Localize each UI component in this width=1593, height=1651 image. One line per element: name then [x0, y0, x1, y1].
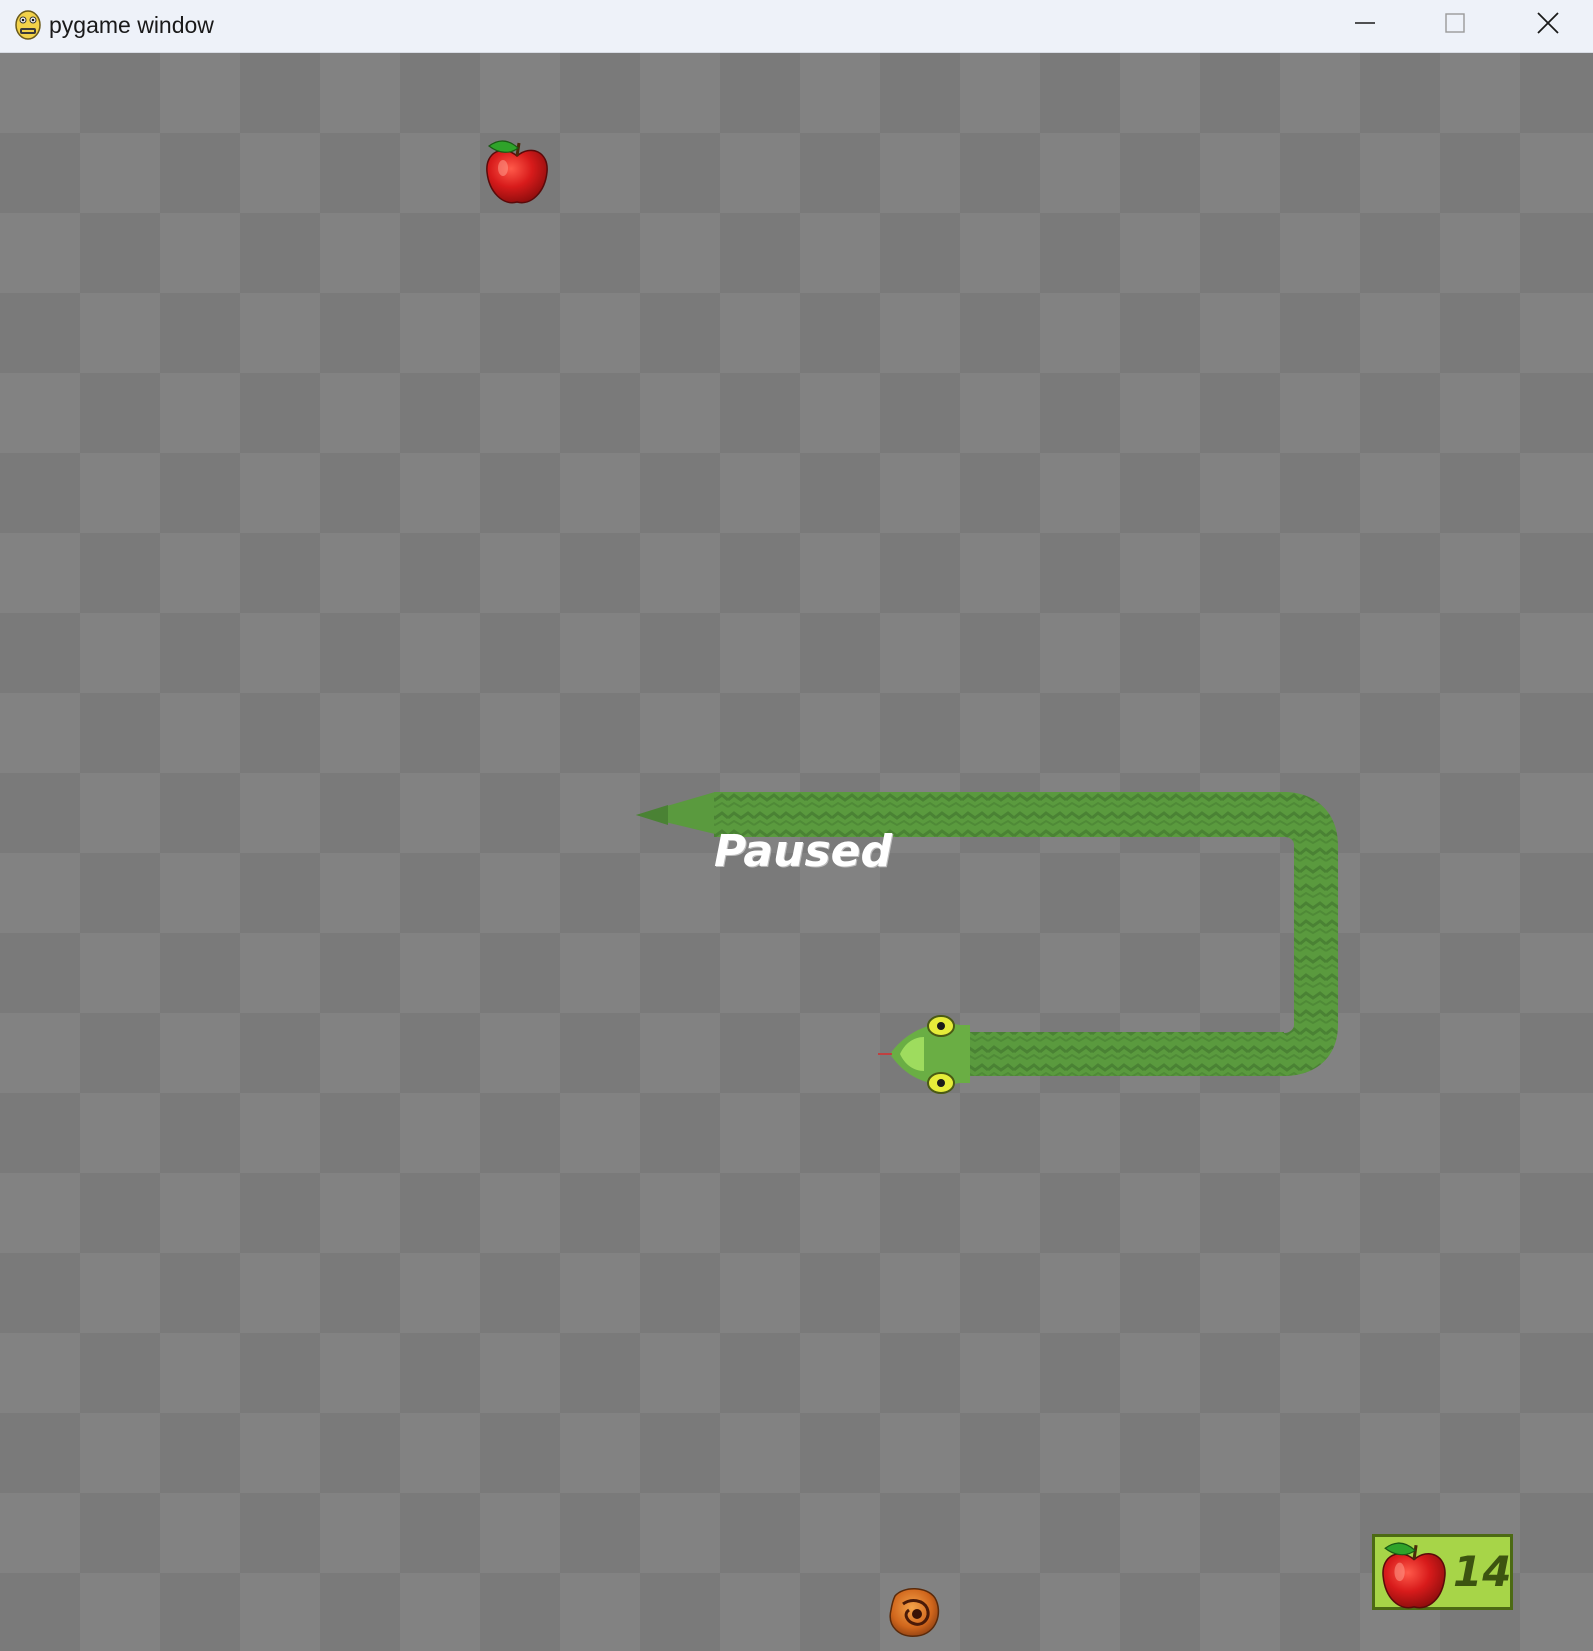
pygame-snake-icon — [15, 10, 41, 40]
close-button[interactable] — [1503, 0, 1593, 46]
game-board[interactable]: Paused 14 — [0, 53, 1593, 1651]
minimize-icon — [1355, 22, 1375, 24]
bonus-food-icon — [889, 1588, 940, 1637]
title-bar[interactable]: pygame window — [0, 0, 1593, 53]
minimize-button[interactable] — [1320, 0, 1410, 46]
snake-eye-top — [927, 1015, 955, 1037]
close-icon — [1537, 12, 1559, 34]
apple-icon — [486, 140, 548, 204]
window-title: pygame window — [49, 12, 214, 38]
pygame-window: pygame window Paused 14 — [0, 0, 1593, 1651]
score-value: 14 — [1453, 1547, 1512, 1596]
maximize-icon — [1445, 13, 1465, 33]
paused-label: Paused — [714, 826, 892, 877]
score-panel: 14 — [1372, 1534, 1513, 1610]
snake-body-bottom — [938, 1032, 1284, 1076]
snake-eye-bottom — [927, 1072, 955, 1094]
maximize-button[interactable] — [1410, 0, 1500, 46]
snake-head — [878, 1015, 970, 1094]
apple-icon — [1382, 1542, 1446, 1609]
snake-body-right — [1294, 847, 1338, 1023]
